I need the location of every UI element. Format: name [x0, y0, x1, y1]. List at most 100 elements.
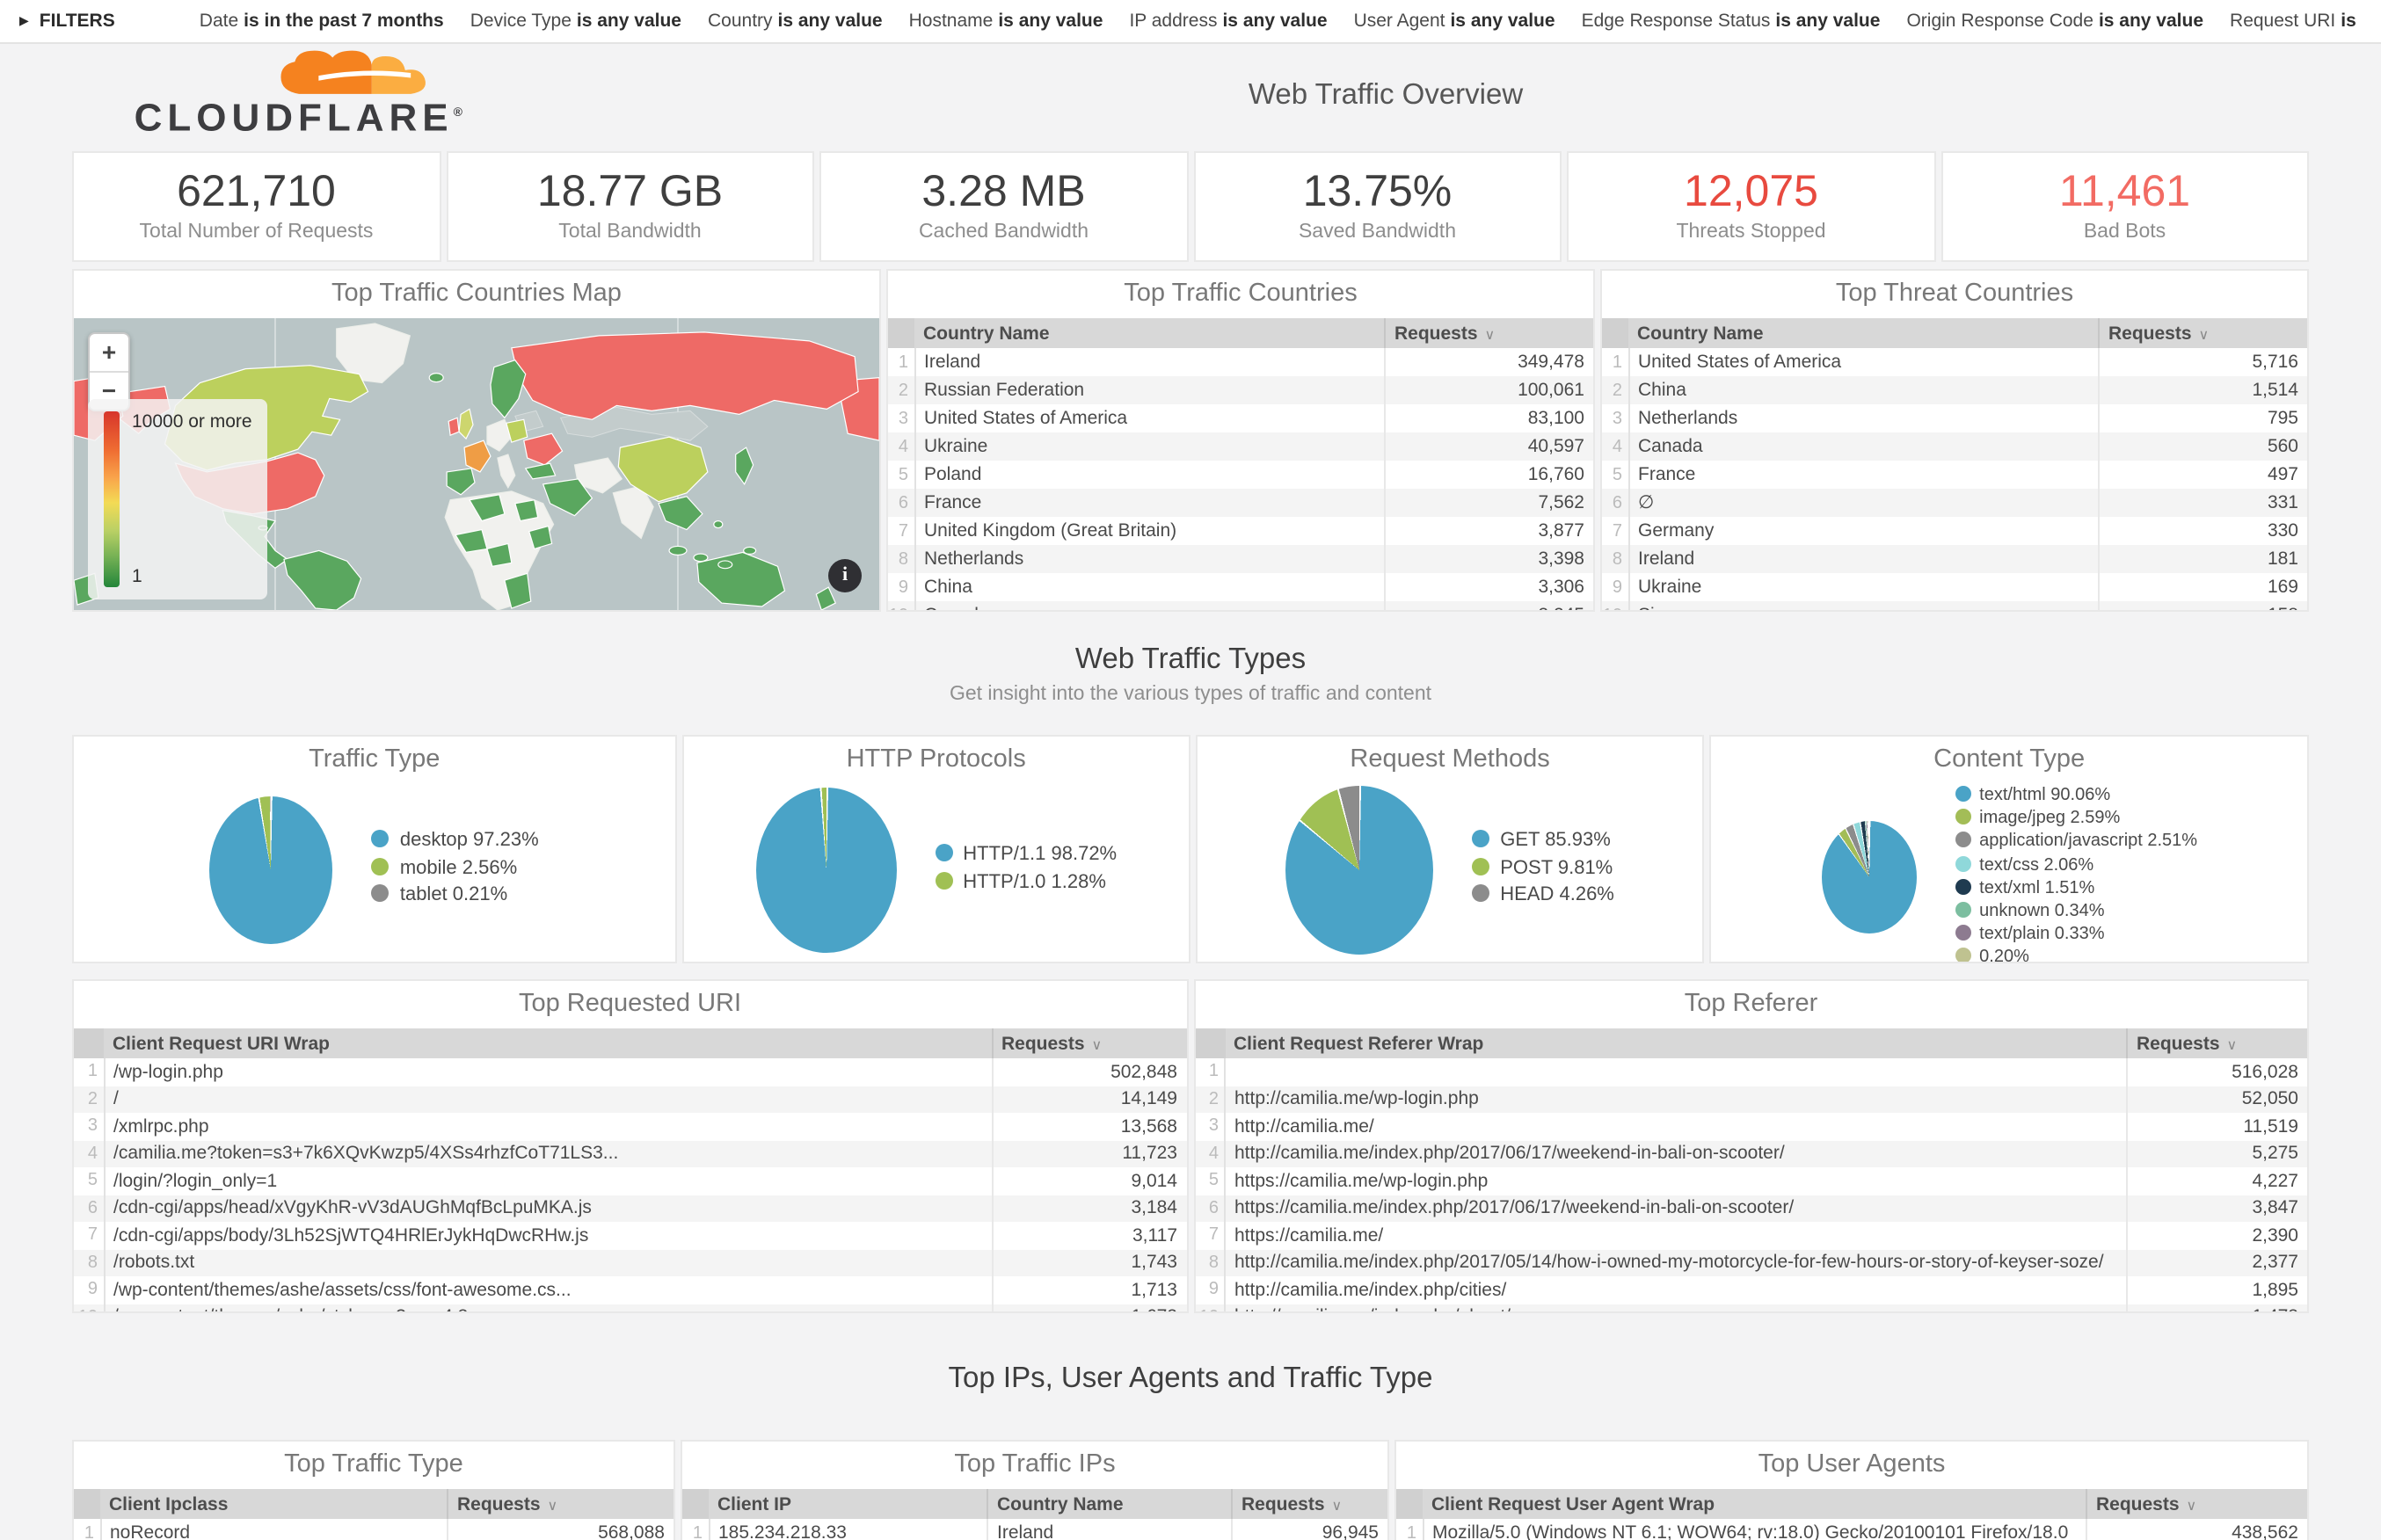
table-row[interactable]: 4Canada560: [1602, 432, 2307, 461]
table-row[interactable]: 10Canada3,245: [888, 601, 1593, 612]
request-methods-pie[interactable]: [1285, 785, 1433, 954]
column-header-client-ip[interactable]: Client IP: [709, 1489, 987, 1519]
filters-toggle[interactable]: ▶ FILTERS: [19, 11, 115, 32]
table-row[interactable]: 3United States of America83,100: [888, 404, 1593, 432]
table-row[interactable]: 9Ukraine169: [1602, 573, 2307, 601]
table-row[interactable]: 1Ireland349,478: [888, 348, 1593, 376]
table-row[interactable]: 2http://camilia.me/wp-login.php52,050: [1195, 1086, 2307, 1113]
legend-item[interactable]: GET 85.93%: [1472, 829, 1614, 856]
legend-item[interactable]: tablet 0.21%: [372, 883, 539, 911]
table-row[interactable]: 3Netherlands795: [1602, 404, 2307, 432]
table-row[interactable]: 10http://camilia.me/index.php/about/1,47…: [1195, 1304, 2307, 1313]
column-header-requests[interactable]: Requests∨: [2086, 1489, 2307, 1519]
kpi-total-requests[interactable]: 621,710 Total Number of Requests: [72, 151, 441, 262]
table-row[interactable]: 5France497: [1602, 461, 2307, 489]
table-row[interactable]: 7/cdn-cgi/apps/body/3Lh52SjWTQ4HRlErJykH…: [74, 1222, 1186, 1249]
kpi-cached-bandwidth[interactable]: 3.28 MB Cached Bandwidth: [819, 151, 1188, 262]
table-row[interactable]: 1185.234.218.33Ireland96,945: [682, 1519, 1387, 1540]
table-row[interactable]: 5Poland16,760: [888, 461, 1593, 489]
column-header-country-name[interactable]: Country Name: [1628, 318, 2099, 348]
table-row[interactable]: 8http://camilia.me/index.php/2017/05/14/…: [1195, 1249, 2307, 1276]
filter-item[interactable]: Edge Response Statusis any value: [1582, 11, 1881, 32]
column-header-client-request-referer-wrap[interactable]: Client Request Referer Wrap: [1225, 1028, 2127, 1058]
table-row[interactable]: 9/wp-content/themes/ashe/assets/css/font…: [74, 1276, 1186, 1304]
table-row[interactable]: 8Netherlands3,398: [888, 545, 1593, 573]
table-row[interactable]: 8Ireland181: [1602, 545, 2307, 573]
column-header-requests[interactable]: Requests∨: [2127, 1028, 2307, 1058]
http-protocols-pie[interactable]: [755, 787, 896, 952]
table-row[interactable]: 1United States of America5,716: [1602, 348, 2307, 376]
table-row[interactable]: 6France7,562: [888, 489, 1593, 517]
legend-item[interactable]: HTTP/1.0 1.28%: [935, 869, 1117, 897]
table-row[interactable]: 2/14,149: [74, 1086, 1186, 1113]
filter-item[interactable]: Dateis in the past 7 months: [200, 11, 444, 32]
filter-item[interactable]: Origin Response Codeis any value: [1906, 11, 2203, 32]
column-header-requests[interactable]: Requests∨: [1385, 318, 1593, 348]
table-row[interactable]: 2Russian Federation100,061: [888, 376, 1593, 404]
filter-item[interactable]: Device Typeis any value: [470, 11, 681, 32]
table-row[interactable]: 6∅331: [1602, 489, 2307, 517]
table-row[interactable]: 1noRecord568,088: [74, 1519, 674, 1540]
table-row[interactable]: 6/cdn-cgi/apps/head/xVgyKhR-vV3dAUGhMqfB…: [74, 1195, 1186, 1222]
column-header-client-request-user-agent-wrap[interactable]: Client Request User Agent Wrap: [1423, 1489, 2086, 1519]
kpi-total-bandwidth[interactable]: 18.77 GB Total Bandwidth: [446, 151, 814, 262]
column-header-requests[interactable]: Requests∨: [992, 1028, 1186, 1058]
world-map[interactable]: + − 10000 or more 1 i: [74, 318, 879, 610]
traffic-type-pie[interactable]: [210, 795, 333, 943]
kpi-bad-bots[interactable]: 11,461 Bad Bots: [1940, 151, 2309, 262]
column-header-client-request-uri-wrap[interactable]: Client Request URI Wrap: [104, 1028, 992, 1058]
table-row[interactable]: 3/xmlrpc.php13,568: [74, 1113, 1186, 1140]
table-row[interactable]: 4http://camilia.me/index.php/2017/06/17/…: [1195, 1140, 2307, 1167]
table-row[interactable]: 7https://camilia.me/2,390: [1195, 1222, 2307, 1249]
legend-item[interactable]: text/plain 0.33%: [1955, 923, 2197, 946]
table-row[interactable]: 1Mozilla/5.0 (Windows NT 6.1; WOW64; rv:…: [1396, 1519, 2307, 1540]
table-row[interactable]: 9http://camilia.me/index.php/cities/1,89…: [1195, 1276, 2307, 1304]
legend-item[interactable]: HEAD 4.26%: [1472, 883, 1614, 911]
column-header-requests[interactable]: Requests∨: [448, 1489, 674, 1519]
legend-item[interactable]: application/javascript 2.51%: [1955, 831, 2197, 854]
column-header-country-name[interactable]: Country Name: [914, 318, 1385, 348]
legend-item[interactable]: desktop 97.23%: [372, 829, 539, 856]
table-row[interactable]: 4/camilia.me?token=s3+7k6XQvKwzp5/4XSs4r…: [74, 1140, 1186, 1167]
content-type-pie[interactable]: [1821, 821, 1916, 933]
table-row[interactable]: 9China3,306: [888, 573, 1593, 601]
filter-item[interactable]: Countryis any value: [708, 11, 883, 32]
row-cell: /: [104, 1086, 992, 1113]
kpi-value: 13.75%: [1195, 167, 1560, 218]
legend-item[interactable]: text/xml 1.51%: [1955, 877, 2197, 900]
column-header-requests[interactable]: Requests∨: [2099, 318, 2307, 348]
legend-item[interactable]: POST 9.81%: [1472, 856, 1614, 883]
table-row[interactable]: 3http://camilia.me/11,519: [1195, 1113, 2307, 1140]
filter-item[interactable]: IP addressis any value: [1129, 11, 1327, 32]
column-header-country-name[interactable]: Country Name: [987, 1489, 1232, 1519]
table-row[interactable]: 10/wp-content/themes/ashe/style.css?ver=…: [74, 1304, 1186, 1313]
table-row[interactable]: 2China1,514: [1602, 376, 2307, 404]
legend-item[interactable]: text/css 2.06%: [1955, 854, 2197, 876]
legend-item[interactable]: text/html 90.06%: [1955, 784, 2197, 807]
legend-item[interactable]: HTTP/1.1 98.72%: [935, 842, 1117, 869]
kpi-saved-bandwidth[interactable]: 13.75% Saved Bandwidth: [1193, 151, 1562, 262]
legend-item[interactable]: 0.20%: [1955, 947, 2197, 963]
column-header-client-ipclass[interactable]: Client Ipclass: [100, 1489, 448, 1519]
legend-item[interactable]: unknown 0.34%: [1955, 900, 2197, 923]
legend-item[interactable]: mobile 2.56%: [372, 856, 539, 883]
table-row[interactable]: 10Singapore158: [1602, 601, 2307, 612]
column-header-requests[interactable]: Requests∨: [1232, 1489, 1387, 1519]
filter-item[interactable]: User Agentis any value: [1354, 11, 1555, 32]
filter-item[interactable]: Request URIis any value: [2230, 11, 2362, 32]
table-row[interactable]: 5https://camilia.me/wp-login.php4,227: [1195, 1167, 2307, 1195]
table-row[interactable]: 5/login/?login_only=19,014: [74, 1167, 1186, 1195]
table-row[interactable]: 1/wp-login.php502,848: [74, 1058, 1186, 1086]
card-title: Top Traffic Type: [74, 1442, 674, 1489]
table-row[interactable]: 7United Kingdom (Great Britain)3,877: [888, 517, 1593, 545]
zoom-in-button[interactable]: +: [90, 334, 128, 373]
legend-item[interactable]: image/jpeg 2.59%: [1955, 807, 2197, 830]
info-icon[interactable]: i: [828, 559, 862, 592]
kpi-threats-stopped[interactable]: 12,075 Threats Stopped: [1567, 151, 1935, 262]
table-row[interactable]: 4Ukraine40,597: [888, 432, 1593, 461]
filter-item[interactable]: Hostnameis any value: [909, 11, 1103, 32]
table-row[interactable]: 7Germany330: [1602, 517, 2307, 545]
table-row[interactable]: 8/robots.txt1,743: [74, 1249, 1186, 1276]
table-row[interactable]: 6https://camilia.me/index.php/2017/06/17…: [1195, 1195, 2307, 1222]
table-row[interactable]: 1516,028: [1195, 1058, 2307, 1086]
